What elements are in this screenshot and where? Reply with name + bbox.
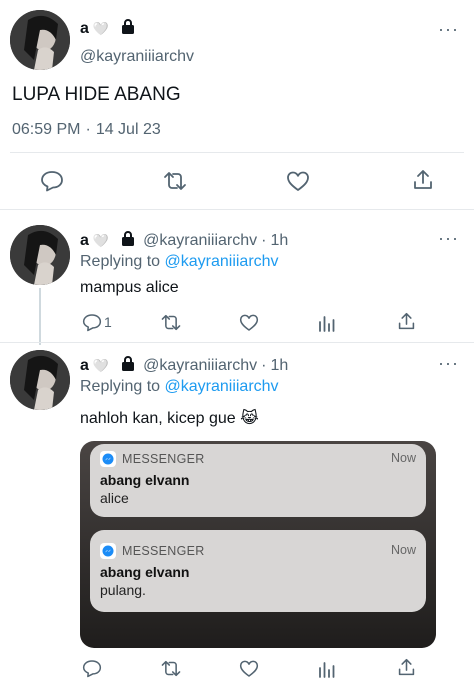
share-button[interactable]	[394, 310, 418, 332]
retweet-button[interactable]	[158, 311, 184, 333]
notification-body: alice	[100, 490, 129, 506]
notification-time: Now	[390, 451, 416, 465]
retweet-icon	[164, 172, 186, 190]
divider	[10, 152, 464, 153]
tweet-age: 1h	[270, 232, 289, 249]
tweet-date: 14 Jul 23	[95, 121, 161, 138]
heart-icon	[239, 314, 259, 331]
more-options-icon[interactable]: ···	[438, 229, 459, 247]
date-separator: ·	[85, 121, 91, 138]
username-handle[interactable]: @kayraniiiarchv	[143, 357, 257, 375]
share-icon	[414, 170, 432, 189]
display-name[interactable]: a	[80, 357, 89, 375]
display-name[interactable]: a	[80, 20, 89, 38]
retweet-button[interactable]	[160, 168, 190, 194]
display-name[interactable]: a	[80, 232, 89, 250]
separator-dot: ·	[261, 232, 267, 249]
tweet-text: LUPA HIDE ABANG	[12, 84, 181, 105]
views-button[interactable]	[316, 311, 338, 333]
share-button[interactable]	[409, 167, 437, 193]
heart-emoji: 🤍	[92, 233, 110, 248]
lock-icon	[121, 19, 135, 39]
replying-to-label: Replying to	[80, 378, 161, 395]
heart-icon	[287, 171, 309, 191]
divider	[0, 209, 474, 210]
more-options-icon[interactable]: ···	[438, 20, 459, 38]
separator-dot: ·	[261, 357, 267, 374]
retweet-button[interactable]	[158, 657, 184, 679]
notification-app-name: MESSENGER	[122, 452, 205, 466]
share-button[interactable]	[394, 656, 418, 678]
views-button[interactable]	[316, 657, 338, 679]
replying-to-link[interactable]: @kayraniiiarchv	[165, 253, 279, 270]
notification-body: pulang.	[100, 582, 146, 598]
notification-app-name: MESSENGER	[122, 544, 205, 558]
reply-count: 1	[104, 314, 112, 330]
tweet-time: 06:59 PM	[12, 121, 81, 138]
reply-icon	[82, 659, 102, 677]
tweet-age: 1h	[270, 357, 289, 374]
notification-card[interactable]: MESSENGER Now abang elvann alice	[90, 444, 426, 517]
share-icon	[398, 312, 414, 329]
notification-card[interactable]: MESSENGER Now abang elvann pulang.	[90, 530, 426, 612]
notification-time: Now	[390, 543, 416, 557]
like-button[interactable]	[284, 168, 312, 194]
views-icon	[319, 315, 335, 332]
retweet-icon	[161, 660, 181, 676]
avatar[interactable]	[10, 350, 70, 410]
replying-to-link[interactable]: @kayraniiiarchv	[165, 378, 279, 395]
heart-icon	[239, 660, 259, 677]
messenger-icon	[100, 543, 116, 559]
replying-to-label: Replying to	[80, 253, 161, 270]
lock-icon	[121, 356, 135, 376]
lock-icon	[121, 231, 135, 251]
messenger-icon	[100, 451, 116, 467]
more-options-icon[interactable]: ···	[438, 354, 459, 372]
username-handle[interactable]: @kayraniiiarchv	[80, 48, 194, 66]
like-button[interactable]	[237, 311, 261, 333]
thread-line	[39, 288, 41, 345]
reply-icon	[82, 313, 102, 331]
divider	[0, 342, 474, 343]
notification-title: abang elvann	[100, 472, 190, 488]
like-button[interactable]	[237, 657, 261, 679]
reply-text: nahloh kan, kicep gue 😹	[80, 410, 259, 427]
username-handle[interactable]: @kayraniiiarchv	[143, 232, 257, 250]
heart-emoji: 🤍	[92, 21, 110, 36]
reply-text: mampus alice	[80, 279, 179, 296]
reply-icon	[41, 171, 63, 192]
heart-emoji: 🤍	[92, 358, 110, 373]
avatar[interactable]	[10, 10, 70, 70]
notification-title: abang elvann	[100, 564, 190, 580]
retweet-icon	[161, 314, 181, 330]
reply-button[interactable]	[80, 311, 104, 333]
avatar[interactable]	[10, 225, 70, 285]
share-icon	[398, 658, 414, 675]
reply-button[interactable]	[38, 168, 66, 194]
reply-button[interactable]	[80, 657, 104, 679]
views-icon	[319, 661, 335, 678]
